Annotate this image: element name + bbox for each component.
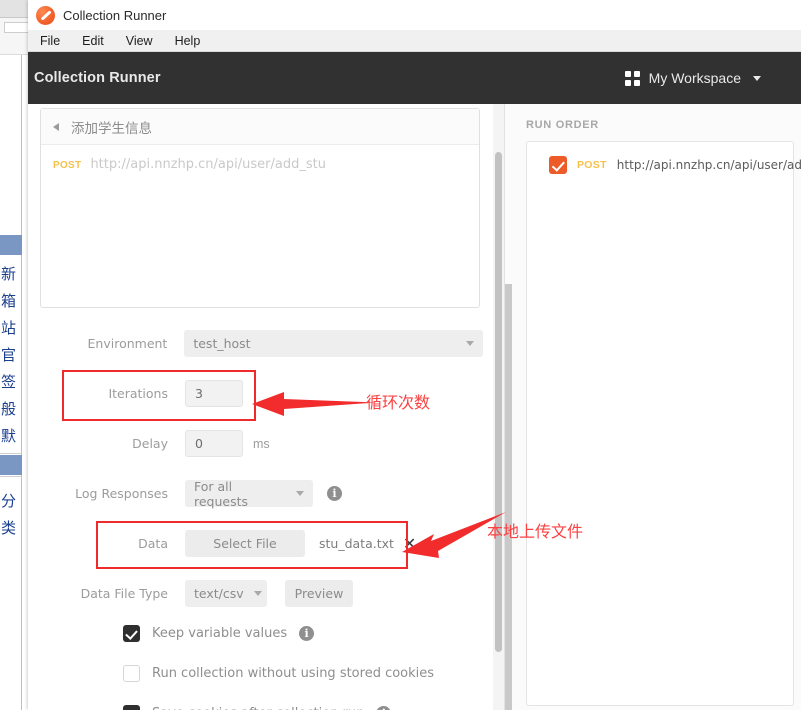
info-icon[interactable]: i [299, 626, 315, 641]
log-responses-label: Log Responses [75, 486, 168, 501]
menu-item-edit[interactable]: Edit [80, 33, 106, 49]
collection-runner-window: Collection Runner File Edit View Help Co… [28, 0, 801, 710]
grid-icon [624, 70, 640, 86]
log-responses-row: Log Responses For all requests i [28, 478, 483, 509]
run-order-title: RUN ORDER [526, 119, 599, 131]
iterations-input[interactable]: 3 [185, 380, 243, 407]
collection-preview-card: 添加学生信息 POST http://api.nnzhp.cn/api/user… [40, 108, 480, 308]
background-list-item: 般 [1, 400, 17, 418]
save-cookies-row: Save cookies after collection run i [123, 705, 392, 710]
postman-logo-icon [36, 5, 55, 25]
data-file-type-select[interactable]: text/csv [185, 580, 267, 607]
log-responses-value: For all requests [194, 478, 249, 509]
menu-bar: File Edit View Help [28, 30, 801, 52]
data-file-name: stu_data.txt [319, 536, 394, 551]
collection-header[interactable]: 添加学生信息 [41, 109, 479, 145]
background-list-item: 官 [1, 346, 17, 364]
chevron-down-icon [296, 491, 304, 496]
no-stored-cookies-row: Run collection without using stored cook… [123, 665, 434, 682]
data-file-type-value: text/csv [194, 586, 244, 601]
background-list-item: 站 [1, 319, 17, 337]
background-list-item: 新 [1, 265, 17, 283]
run-order-item[interactable]: POST http://api.nnzhp.cn/api/user/add_ [527, 142, 801, 174]
log-responses-select[interactable]: For all requests [185, 478, 313, 509]
menu-item-help[interactable]: Help [173, 33, 203, 49]
collection-name: 添加学生信息 [71, 120, 152, 137]
background-list-item: 箱 [1, 292, 17, 310]
background-divider [0, 476, 22, 477]
run-order-item-checkbox[interactable] [549, 156, 567, 174]
data-row: Data Select File stu_data.txt ✕ [28, 530, 483, 557]
iterations-row: Iterations 3 [28, 380, 483, 407]
background-sidebar: 新 箱 站 官 签 般 默 分 类 [0, 55, 22, 710]
data-label: Data [138, 536, 168, 551]
background-section-header-1 [0, 235, 22, 255]
no-stored-cookies-label: Run collection without using stored cook… [152, 666, 435, 681]
menu-item-view[interactable]: View [124, 33, 155, 49]
no-stored-cookies-checkbox[interactable] [123, 665, 140, 682]
chevron-down-icon [466, 341, 474, 346]
select-file-button[interactable]: Select File [185, 530, 305, 557]
chevron-down-icon [253, 591, 262, 596]
keep-variable-values-row: Keep variable values i [123, 625, 315, 642]
chevron-down-icon [753, 75, 761, 81]
delay-unit-label: ms [253, 436, 270, 451]
save-cookies-label: Save cookies after collection run [152, 706, 364, 710]
background-list-item: 默 [1, 427, 17, 445]
run-order-pane: RUN ORDER POST http://api.nnzhp.cn/api/u… [505, 104, 801, 710]
background-list-item: 类 [1, 519, 17, 537]
info-icon[interactable]: i [327, 486, 342, 501]
iterations-label: Iterations [108, 386, 168, 401]
title-bar: Collection Runner [28, 0, 801, 30]
workspace-selector[interactable]: My Workspace [624, 70, 761, 86]
environment-select[interactable]: test_host [184, 330, 483, 357]
background-list-item: 签 [1, 373, 17, 391]
keep-variable-values-checkbox[interactable] [123, 625, 140, 642]
delay-row: Delay 0 ms [28, 430, 483, 457]
run-order-item-method: POST [577, 159, 607, 171]
environment-label: Environment [87, 336, 168, 351]
background-divider [0, 453, 22, 454]
data-file-type-row: Data File Type text/csv Preview [28, 580, 483, 607]
save-cookies-checkbox[interactable] [123, 705, 140, 710]
collection-request-row: POST http://api.nnzhp.cn/api/user/add_st… [41, 145, 479, 172]
app-header: Collection Runner My Workspace [28, 52, 801, 104]
right-pane-scrollbar-thumb[interactable] [505, 284, 512, 710]
workspace-label: My Workspace [648, 70, 741, 86]
keep-variable-values-label: Keep variable values [152, 626, 288, 641]
delay-input[interactable]: 0 [185, 430, 243, 457]
background-list-item: 分 [1, 492, 17, 510]
info-icon[interactable]: i [376, 706, 392, 710]
environment-row: Environment test_host [28, 330, 483, 357]
background-section-header-2 [0, 455, 22, 475]
run-order-item-url: http://api.nnzhp.cn/api/user/add_ [616, 158, 801, 172]
window-title: Collection Runner [63, 7, 167, 23]
run-order-card: POST http://api.nnzhp.cn/api/user/add_ [526, 141, 801, 706]
left-pane-scrollbar-thumb[interactable] [495, 152, 502, 652]
menu-item-file[interactable]: File [38, 33, 62, 49]
request-url: http://api.nnzhp.cn/api/user/add_stu [90, 157, 326, 172]
preview-button[interactable]: Preview [285, 580, 353, 607]
delay-label: Delay [132, 436, 168, 451]
page-title: Collection Runner [34, 70, 161, 86]
data-file-type-label: Data File Type [80, 586, 168, 601]
request-method-label: POST [53, 160, 82, 171]
environment-value: test_host [193, 336, 251, 351]
triangle-left-icon [53, 122, 59, 131]
app-body: 添加学生信息 POST http://api.nnzhp.cn/api/user… [28, 104, 801, 710]
close-icon[interactable]: ✕ [403, 535, 416, 552]
run-config-pane: 添加学生信息 POST http://api.nnzhp.cn/api/user… [28, 104, 504, 710]
